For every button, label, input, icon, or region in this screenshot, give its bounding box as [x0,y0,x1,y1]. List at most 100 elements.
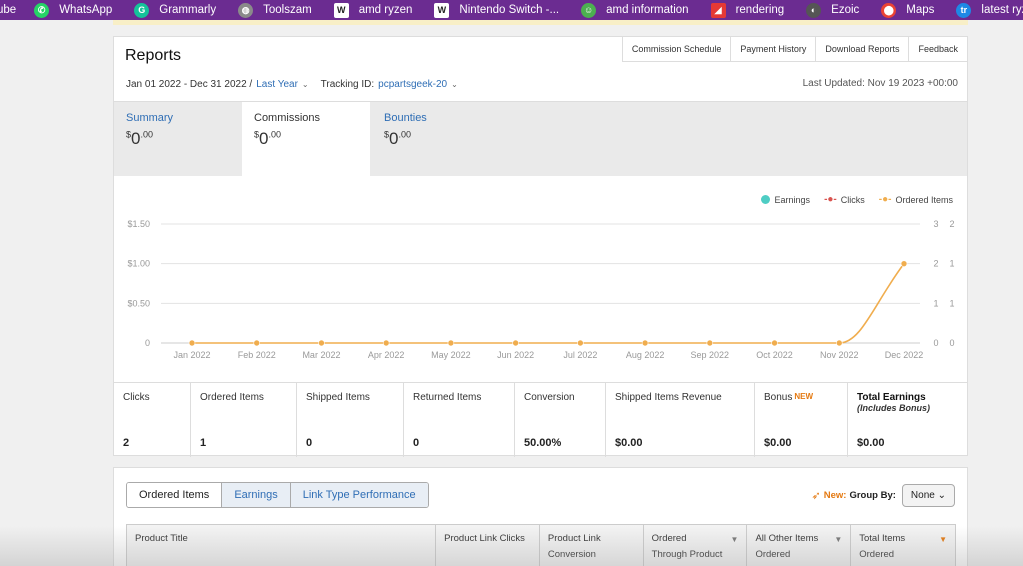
tab-summary[interactable]: Summary $0.00 [114,102,242,177]
payment-history-link[interactable]: Payment History [731,37,817,61]
maps-pin-icon: ⬤ [881,2,897,18]
bookmark-latest-ryzen[interactable]: tr latest ryzen pr [956,2,1023,18]
tab-label: Commissions [254,112,321,124]
stat-shipped-revenue: Shipped Items Revenue $0.00 [606,383,755,457]
clicks-marker-icon: -●- [824,194,837,205]
bookmark-label: ube [0,4,17,16]
col-all-other-items[interactable]: All Other Items Ordered ▼ [747,525,852,566]
tab-label: Bounties [384,112,427,124]
report-links: Commission Schedule Payment History Down… [621,37,967,62]
bookmark-whatsapp[interactable]: ✆ WhatsApp [34,2,113,18]
x-tick-label: Oct 2022 [756,350,793,360]
group-by-select[interactable]: None ⌄ [901,484,955,507]
legend-earnings[interactable]: Earnings [760,194,810,205]
stat-ordered-items: Ordered Items 1 [191,383,297,457]
bookmark-rendering[interactable]: ◢ rendering [710,2,785,18]
tab-amount: $0.00 [126,129,153,148]
ezoic-icon: ◐ [806,2,822,18]
col-product-link-conversion[interactable]: Product Link Conversion [540,525,644,566]
x-tick-label: Apr 2022 [368,350,405,360]
tab-bounties[interactable]: Bounties $0.00 [372,102,500,177]
grammarly-icon: G [134,2,150,18]
tab-link-type-performance[interactable]: Link Type Performance [290,483,428,507]
period-dropdown[interactable]: Last Year [256,79,298,90]
tracking-label: Tracking ID: [320,79,375,90]
bookmark-youtube[interactable]: ube [0,4,16,16]
ordered-items-point [188,339,196,347]
bookmark-amd-information[interactable]: ☺ amd information [581,2,689,18]
filter-row: Jan 01 2022 - Dec 31 2022 / Last Year ⌄ … [126,79,470,90]
bookmarks-bar: ube ✆ WhatsApp G Grammarly ◍ Toolszam Wamd … [0,0,1023,20]
new-label: New: [823,490,847,501]
col-product-link-clicks[interactable]: Product Link Clicks [436,525,540,566]
legend-clicks[interactable]: -●- Clicks [824,194,865,205]
stats-row: Clicks 2 Ordered Items 1 Shipped Items 0 Re… [114,382,967,457]
y-tick-label: 0 [145,338,150,348]
chevron-down-icon[interactable]: ⌄ [451,80,458,89]
stat-bonus: Bonus NEW $0.00 [755,383,848,457]
group-by-control: ➶ New: Group By: None ⌄ [812,484,955,507]
bookmark-toolszam[interactable]: ◍ Toolszam [238,2,312,18]
col-ordered-through-link[interactable]: Ordered Through Product Link▼ [644,525,748,566]
ordered-items-point [900,260,908,267]
ordered-marker-icon: -●- [878,194,892,205]
ordered-items-point [771,339,778,347]
summary-tabs: Summary $0.00 Commissions $0.00 Bounties… [114,101,967,179]
active-tab-pointer [298,176,314,183]
x-tick-label: Nov 2022 [820,350,859,360]
sort-icon[interactable]: ▼ [834,532,842,548]
y-right-tick-label: 2 [933,259,938,269]
bookmark-ezoic[interactable]: ◐ Ezoic [806,2,859,18]
date-range: Jan 01 2022 - Dec 31 2022 / [126,79,253,90]
bookmark-label: amd ryzen [358,4,413,16]
reports-card: Reports Commission Schedule Payment Hist… [113,36,968,457]
globe-icon: ◍ [238,2,254,18]
y-tick-label: $1.00 [127,259,150,269]
stat-total-earnings: Total Earnings (Includes Bonus) $0.00 [857,392,931,449]
stat-clicks: Clicks 2 [114,383,191,457]
ordered-items-point [253,339,261,347]
report-detail-card: Ordered Items Earnings Link Type Perform… [113,467,968,566]
notice-strip [113,20,968,25]
report-type-tabs: Ordered Items Earnings Link Type Perform… [126,482,429,508]
x-tick-label: Sep 2022 [691,350,730,360]
earnings-dot-icon [760,195,770,204]
x-tick-label: Feb 2022 [238,350,276,360]
tab-ordered-items[interactable]: Ordered Items [127,483,223,507]
tab-earnings[interactable]: Earnings [222,483,291,507]
new-badge: NEW [794,392,814,401]
bookmark-label: amd information [606,4,689,16]
stat-shipped-items: Shipped Items 0 [297,383,404,457]
commission-schedule-link[interactable]: Commission Schedule [623,37,732,61]
bookmark-maps[interactable]: ⬤ Maps [881,2,934,18]
rocket-icon: ➶ [811,490,821,502]
col-product-title[interactable]: Product Title [127,525,437,566]
col-total-items-ordered[interactable]: Total Items Ordered ▼ [851,525,955,566]
x-tick-label: Dec 2022 [885,350,924,360]
ordered-items-point [382,339,390,347]
x-tick-label: Jul 2022 [563,350,597,360]
tab-commissions[interactable]: Commissions $0.00 [242,102,370,179]
feedback-link[interactable]: Feedback [909,37,967,61]
tracking-id-dropdown[interactable]: pcpartsgeek-20 [378,79,447,90]
bookmark-label: Grammarly [159,4,217,16]
bookmark-grammarly[interactable]: G Grammarly [134,2,217,18]
sort-icon[interactable]: ▼ [731,532,739,548]
chevron-down-icon: ⌄ [937,490,946,501]
stat-conversion: Conversion 50.00% [515,383,606,457]
sort-active-icon[interactable]: ▼ [939,532,947,548]
chevron-down-icon[interactable]: ⌄ [302,80,309,89]
bookmark-nintendo-switch[interactable]: W Nintendo Switch -... [434,2,559,18]
ordered-items-point [706,339,714,347]
wikipedia-icon: W [434,2,450,18]
ordered-items-point [577,339,584,347]
legend-ordered-items[interactable]: -●- Ordered Items [879,194,953,205]
bookmark-amd-ryzen[interactable]: Wamd ryzen [333,2,413,18]
bookmark-label: WhatsApp [59,4,113,16]
x-tick-label: May 2022 [431,350,471,360]
y-right-tick-label: 0 [933,338,938,348]
download-reports-link[interactable]: Download Reports [816,37,910,61]
ordered-items-point [835,339,843,347]
bookmark-label: rendering [735,4,785,16]
x-tick-label: Jan 2022 [173,350,210,360]
